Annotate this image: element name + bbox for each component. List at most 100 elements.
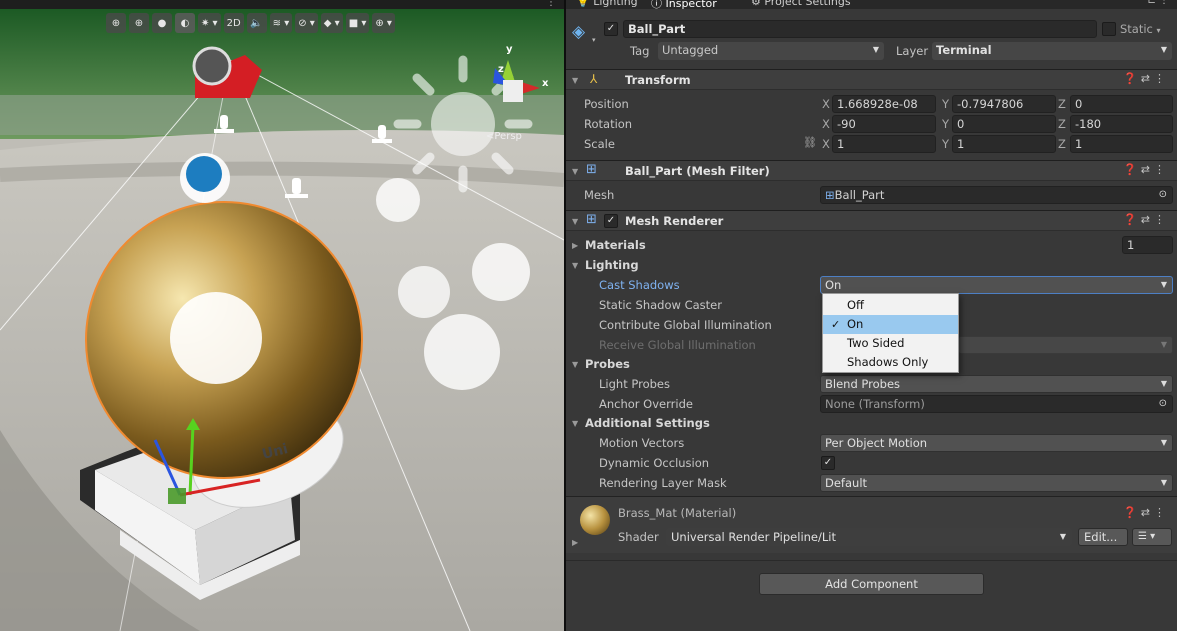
edit-shader-button[interactable]: Edit... (1078, 528, 1128, 546)
gizmo-y-label: y (506, 44, 513, 55)
option-on[interactable]: ✓ On (823, 315, 958, 334)
link-icon[interactable]: ⛓ (803, 136, 817, 149)
audio-toggle-icon[interactable]: 🔈 (246, 13, 267, 33)
axis-z-label: Z (1058, 97, 1066, 111)
rendering-layer-mask-dropdown[interactable]: Default ▼ (820, 474, 1173, 492)
mesh-renderer-title: Mesh Renderer (625, 214, 724, 228)
gizmo-z-label: z (498, 64, 504, 75)
additional-settings-label[interactable]: Additional Settings (585, 416, 710, 430)
object-name-input[interactable]: Ball_Part (623, 20, 1097, 38)
mesh-renderer-header[interactable]: ▼ ⊞ ✓ Mesh Renderer ❓⇄⋮ (566, 210, 1177, 231)
rotation-z-field[interactable]: -180 (1070, 115, 1173, 133)
materials-count-field[interactable]: 1 (1122, 236, 1173, 254)
motion-vectors-dropdown[interactable]: Per Object Motion ▼ (820, 434, 1173, 452)
lighting-fold-icon[interactable]: ▼ (572, 261, 578, 270)
cast-shadows-dropdown[interactable]: On ▼ (820, 276, 1173, 294)
component-menu-icons[interactable]: ❓⇄⋮ (1123, 213, 1169, 226)
option-two-sided[interactable]: Two Sided (823, 334, 958, 353)
view-tool-icon[interactable]: ⊕ (129, 13, 149, 33)
gizmos-icon[interactable]: ⊕ ▾ (372, 13, 395, 33)
anchor-override-field[interactable]: None (Transform) ⊙ (820, 395, 1173, 413)
object-picker-icon: ⊙ (1158, 398, 1167, 409)
layers-icon[interactable]: ◆ ▾ (320, 13, 343, 33)
camera-settings-icon[interactable]: ■ ▾ (345, 13, 370, 33)
icon-dropdown-icon[interactable]: ▾ (592, 36, 596, 44)
mesh-renderer-enabled-checkbox[interactable]: ✓ (604, 214, 618, 228)
fold-arrow-icon[interactable]: ▼ (572, 76, 578, 85)
axis-x-label: X (822, 117, 830, 131)
add-component-button[interactable]: Add Component (759, 573, 984, 595)
draw-mode-icon[interactable]: ◐ (175, 13, 195, 33)
probes-section-label[interactable]: Probes (585, 357, 630, 371)
rotation-label: Rotation (584, 117, 633, 131)
scene-top-bar: ⋮ (0, 0, 564, 9)
transform-axes-icon: ⅄ (590, 72, 598, 86)
tab-menu-icon[interactable]: ⊏ ⋮ (1147, 0, 1169, 6)
shader-dropdown[interactable]: Universal Render Pipeline/Lit ▼ (666, 528, 1072, 546)
transform-header[interactable]: ▼ ⅄ Transform ❓⇄⋮ (566, 69, 1177, 90)
position-x-field[interactable]: 1.668928e-08 (832, 95, 936, 113)
option-off[interactable]: Off (823, 296, 958, 315)
grid-mesh-icon: ⊞ (586, 162, 597, 177)
shader-options-icon[interactable]: ☰ ▾ (1132, 528, 1172, 546)
position-z-field[interactable]: 0 (1070, 95, 1173, 113)
position-label: Position (584, 97, 629, 111)
tab-lighting[interactable]: 💡 Lighting (576, 0, 638, 8)
light-probes-dropdown[interactable]: Blend Probes ▼ (820, 375, 1173, 393)
static-checkbox[interactable] (1102, 22, 1116, 36)
fold-arrow-icon[interactable]: ▼ (572, 217, 578, 226)
axis-y-label: Y (942, 97, 950, 111)
materials-label[interactable]: Materials (585, 238, 646, 252)
material-menu-icons[interactable]: ❓⇄⋮ (1123, 506, 1169, 519)
materials-fold-icon[interactable]: ▶ (572, 241, 578, 250)
checkmark-icon: ✓ (831, 318, 841, 331)
scale-z-field[interactable]: 1 (1070, 135, 1173, 153)
scale-y-field[interactable]: 1 (952, 135, 1056, 153)
mesh-label: Mesh (584, 188, 615, 202)
dynamic-occlusion-checkbox[interactable]: ✓ (821, 456, 835, 470)
lighting-toggle-icon[interactable]: ✷ ▾ (198, 13, 221, 33)
hidden-objects-icon[interactable]: ⊘ ▾ (295, 13, 318, 33)
fold-arrow-icon[interactable]: ▼ (572, 167, 578, 176)
cube-icon: ◈ (572, 22, 586, 42)
material-fold-icon[interactable]: ▶ (572, 538, 578, 547)
mesh-filter-header[interactable]: ▼ ⊞ Ball_Part (Mesh Filter) ❓⇄⋮ (566, 160, 1177, 181)
mesh-filter-title: Ball_Part (Mesh Filter) (625, 164, 770, 178)
effects-toggle-icon[interactable]: ≋ ▾ (269, 13, 293, 33)
component-menu-icons[interactable]: ❓⇄⋮ (1123, 163, 1169, 176)
receive-gi-label: Receive Global Illumination (599, 338, 756, 352)
additional-fold-icon[interactable]: ▼ (572, 419, 578, 428)
scene-menu-icon[interactable]: ⋮ (546, 0, 556, 8)
shaded-sphere-icon[interactable]: ● (152, 13, 172, 33)
cast-shadows-popup: Off ✓ On Two Sided Shadows Only (822, 293, 959, 373)
probes-fold-icon[interactable]: ▼ (572, 360, 578, 369)
scene-view[interactable]: ⋮ ⊕ ⊕ ● ◐ ✷ ▾ 2D 🔈 ≋ ▾ ⊘ ▾ ◆ ▾ ■ ▾ ⊕ ▾ y… (0, 0, 564, 631)
rotation-x-field[interactable]: -90 (832, 115, 936, 133)
dynamic-occlusion-label: Dynamic Occlusion (599, 456, 710, 470)
tab-project-settings[interactable]: ⚙ Project Settings (751, 0, 851, 8)
mesh-object-field[interactable]: ⊞Ball_Part ⊙ (820, 186, 1173, 204)
tag-dropdown[interactable]: Untagged ▼ (658, 42, 884, 60)
scene-render[interactable] (0, 0, 564, 631)
divider (566, 560, 1177, 561)
scale-label: Scale (584, 137, 615, 151)
globe-icon[interactable]: ⊕ (106, 13, 126, 33)
shader-label: Shader (618, 530, 659, 544)
tab-bar: 💡 Lighting ⓘ Inspector ⚙ Project Setting… (566, 0, 1177, 11)
contribute-gi-label: Contribute Global Illumination (599, 318, 772, 332)
position-y-field[interactable]: -0.7947806 (952, 95, 1056, 113)
tab-inspector[interactable]: ⓘ Inspector (651, 0, 717, 11)
static-label[interactable]: Static ▾ (1120, 22, 1161, 36)
active-checkbox[interactable]: ✓ (604, 22, 618, 36)
transform-title: Transform (625, 73, 691, 87)
perspective-label[interactable]: <Persp (486, 131, 522, 142)
lighting-section-label[interactable]: Lighting (585, 258, 639, 272)
layer-label: Layer (896, 44, 929, 58)
option-shadows-only[interactable]: Shadows Only (823, 353, 958, 372)
scale-x-field[interactable]: 1 (832, 135, 936, 153)
component-menu-icons[interactable]: ❓⇄⋮ (1123, 72, 1169, 85)
rotation-y-field[interactable]: 0 (952, 115, 1056, 133)
layer-dropdown[interactable]: Terminal ▼ (932, 42, 1172, 60)
toggle-2d-button[interactable]: 2D (223, 13, 244, 33)
material-preview-sphere[interactable] (580, 505, 610, 535)
